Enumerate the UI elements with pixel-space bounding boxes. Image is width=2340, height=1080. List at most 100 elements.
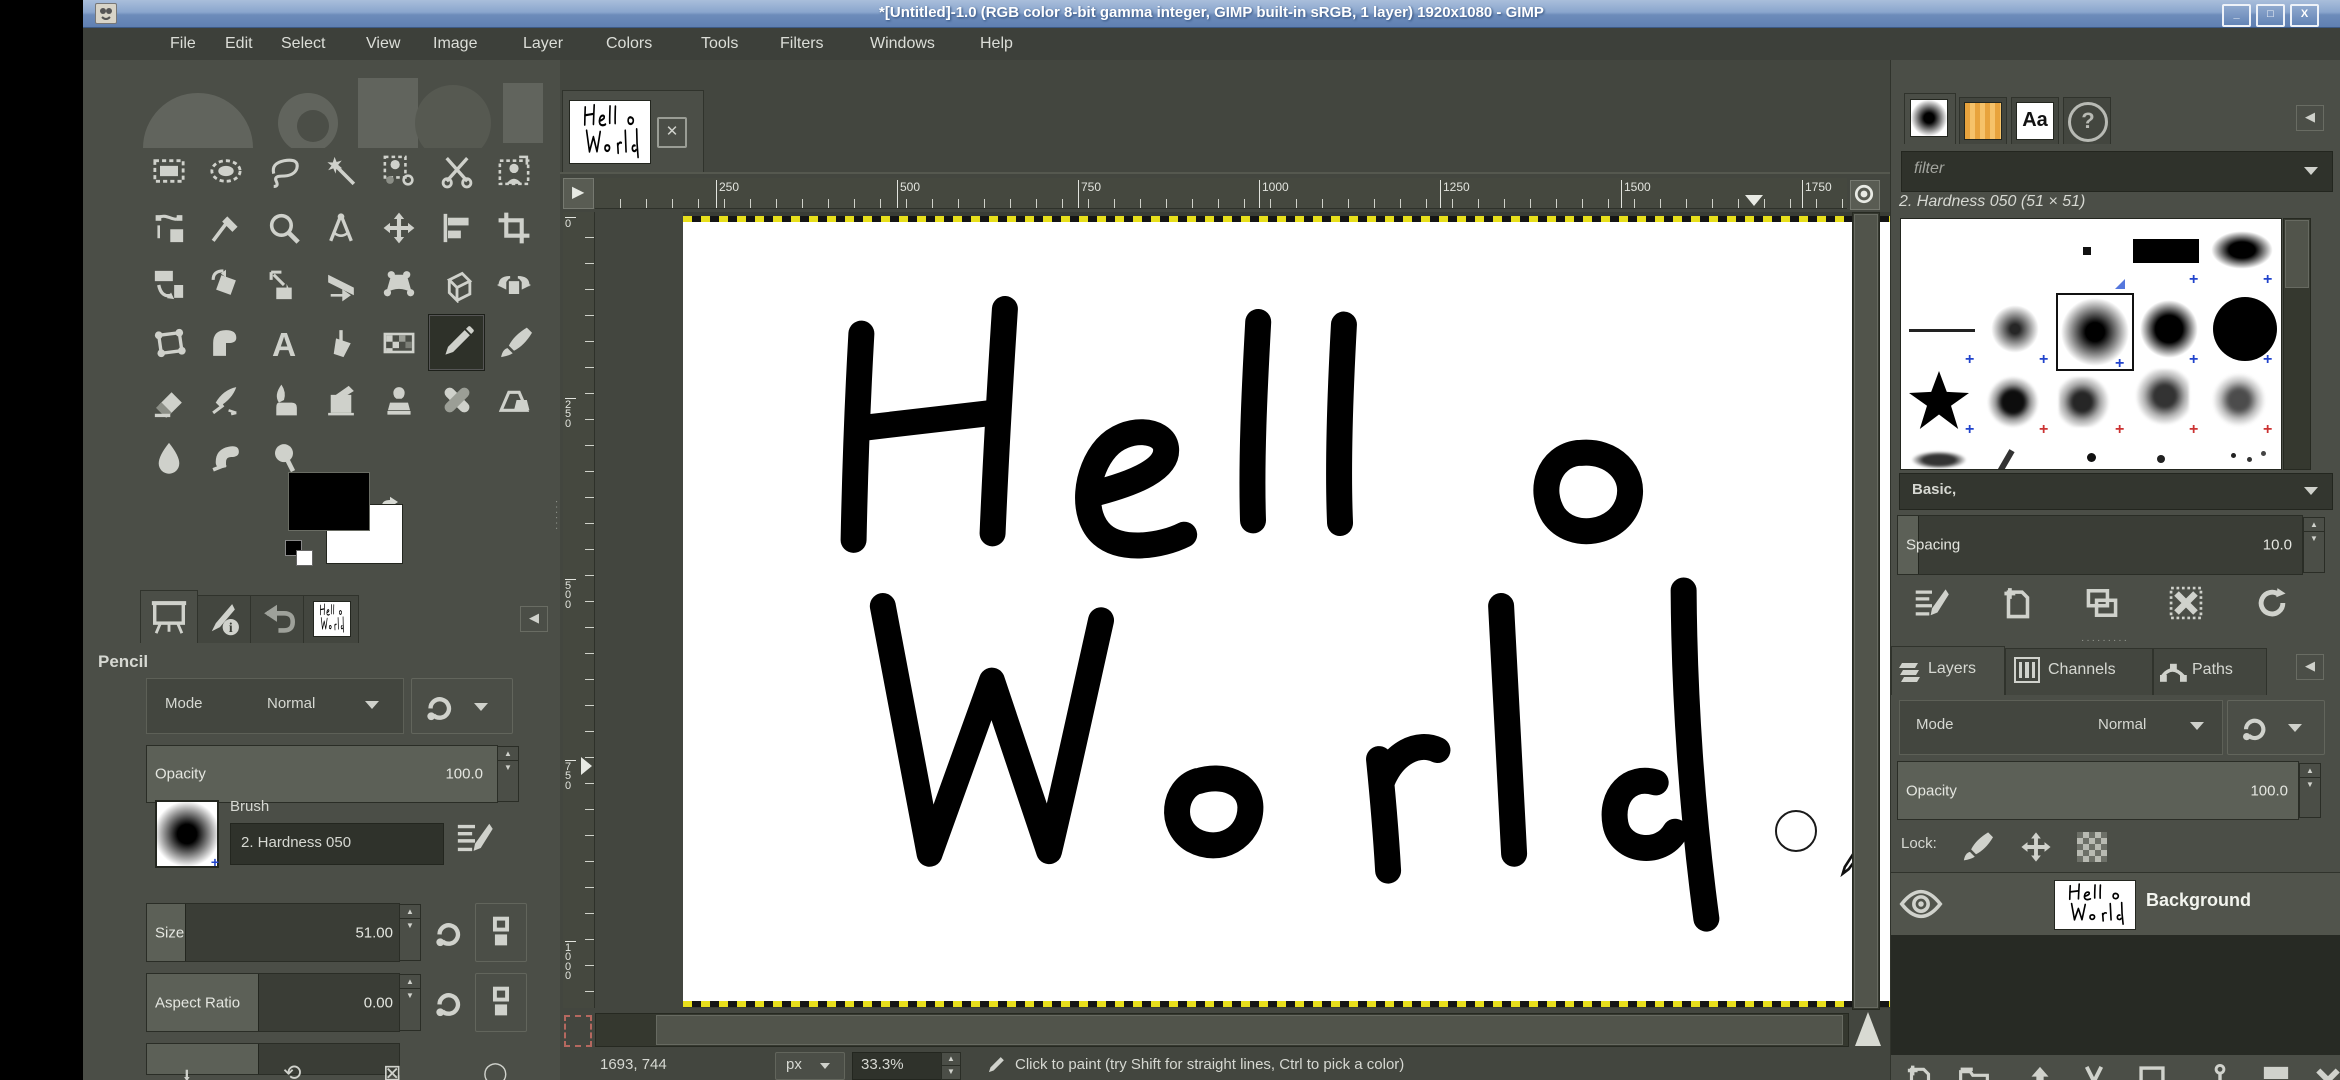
brush-item[interactable] [1909,329,1975,332]
horizontal-ruler[interactable]: 250 500 750 1000 1250 1500 1750 [595,178,1847,209]
layer-opacity-spinner[interactable]: ▲▼ [2299,763,2321,818]
zoom-spinner[interactable]: ▲▼ [941,1052,961,1080]
spacing-slider[interactable]: Spacing 10.0 [1897,515,2303,575]
foreground-color-swatch[interactable] [288,472,370,531]
brush-item[interactable] [2231,453,2236,458]
tool-eraser[interactable] [140,371,198,428]
tool-move[interactable] [370,199,428,256]
visibility-eye-icon[interactable] [1899,886,1943,922]
tool-handle-transform[interactable] [370,257,428,314]
merge-layer-icon[interactable] [2259,1062,2293,1080]
new-layer-icon[interactable] [1903,1062,1937,1080]
tab-undo-history[interactable] [250,595,304,643]
tool-ink[interactable] [255,371,313,428]
tool-zoom[interactable] [255,199,313,256]
brush-item[interactable] [1909,371,1969,429]
edit-brush-icon[interactable] [1913,584,1951,622]
tool-crop[interactable] [485,199,543,256]
new-brush-icon[interactable] [1999,584,2037,622]
tool-rotate[interactable] [198,257,256,314]
layer-list-empty[interactable] [1891,935,2340,1055]
brush-grid[interactable]: + + + + + + + + + + + + [1900,218,2282,470]
menu-select[interactable]: Select [281,35,325,53]
lower-layer-icon[interactable] [2077,1062,2111,1080]
spacing-spinner[interactable]: ▲▼ [2303,517,2325,573]
brush-item[interactable] [1997,449,2014,470]
canvas-image[interactable] [683,222,1930,1003]
reset-tool-icon[interactable]: ◯ [483,1060,508,1080]
brush-item[interactable] [2211,231,2273,269]
tool-text[interactable]: A [255,314,313,371]
tool-bucket-fill[interactable] [313,314,371,371]
menu-file[interactable]: File [170,35,196,53]
brush-item[interactable] [2133,239,2199,263]
tool-ellipse-select[interactable] [198,142,256,199]
brush-item[interactable] [1911,451,1967,469]
horizontal-scrollbar[interactable] [595,1013,1849,1047]
tool-gradient[interactable] [370,314,428,371]
menu-image[interactable]: Image [433,35,477,53]
title-bar[interactable]: *[Untitled]-1.0 (RGB color 8-bit gamma i… [83,0,2340,28]
opacity-slider[interactable]: Opacity 100.0 [146,745,498,803]
zoom-field[interactable]: 33.3% [852,1052,942,1080]
minimize-button[interactable]: _ [2222,4,2251,27]
tool-fuzzy-select[interactable] [313,142,371,199]
menu-layer[interactable]: Layer [523,35,563,53]
tool-warp-transform[interactable] [198,314,256,371]
duplicate-layer-icon[interactable] [2135,1062,2169,1080]
edit-brush-icon[interactable] [455,818,495,858]
brush-grid-scrollbar[interactable] [2283,218,2311,470]
tool-paintbrush[interactable] [485,314,543,371]
tool-foreground-select[interactable] [485,142,543,199]
menu-view[interactable]: View [366,35,400,53]
tab-device-status[interactable]: i [197,595,251,643]
aspect-link-button[interactable] [475,973,527,1032]
tab-patterns[interactable] [1959,97,2007,144]
raise-layer-icon[interactable] [2023,1062,2057,1080]
tool-align[interactable] [428,199,486,256]
tool-mypaint-brush[interactable] [313,371,371,428]
brush-preview[interactable]: + [155,800,219,868]
tab-image-thumbnail[interactable] [303,595,359,643]
refresh-brushes-icon[interactable] [2253,584,2291,622]
quick-mask-button[interactable] [564,1015,592,1047]
delete-preset-icon[interactable]: ⊠ [383,1060,401,1080]
tab-document-history[interactable]: ? [2063,97,2111,144]
tool-scissors-select[interactable] [428,142,486,199]
brush-item[interactable] [2087,453,2096,462]
save-preset-icon[interactable]: ⭳ [183,1060,191,1080]
lock-position-icon[interactable] [2019,830,2053,864]
layer-row[interactable]: Background [1891,872,2340,936]
tool-blur-sharpen[interactable] [140,429,198,486]
tool-airbrush[interactable] [198,371,256,428]
brush-item[interactable] [2211,373,2267,427]
menu-help[interactable]: Help [980,35,1013,53]
anchor-layer-icon[interactable] [2203,1062,2237,1080]
tool-select-by-color[interactable] [370,142,428,199]
dock-collapse-icon[interactable]: ◀ [2296,105,2324,131]
zoom-follow-window-button[interactable] [1850,180,1880,210]
delete-layer-icon[interactable] [2311,1062,2340,1080]
tab-layers[interactable]: Layers [1891,646,2005,695]
layer-mode-dropdown[interactable]: Mode Normal [1899,700,2223,755]
aspect-spinner[interactable]: ▲▼ [399,974,421,1031]
brush-item[interactable] [2157,455,2165,463]
brush-item[interactable] [2139,299,2199,359]
tool-flip[interactable] [485,257,543,314]
tab-tool-options[interactable] [140,590,198,643]
duplicate-brush-icon[interactable] [2083,584,2121,622]
brush-filter-field[interactable]: filter [1901,151,2333,192]
menu-windows[interactable]: Windows [870,35,935,53]
tab-paths[interactable]: Paths [2153,648,2267,695]
image-tab[interactable]: ✕ [562,90,704,173]
menu-filters[interactable]: Filters [780,35,824,53]
vertical-ruler[interactable]: 0 250 500 750 1000 [563,212,595,1008]
lock-paint-icon[interactable] [1959,830,1993,864]
toolbox-collapse-icon[interactable]: ◀ [520,606,548,632]
layer-opacity-slider[interactable]: Opacity 100.0 [1897,761,2299,820]
lock-alpha-icon[interactable] [2077,832,2107,862]
layer-mode-reset-group[interactable] [2227,700,2325,755]
tool-scale[interactable] [255,257,313,314]
ruler-corner-button[interactable]: ▶ [563,178,594,209]
menu-tools[interactable]: Tools [701,35,738,53]
